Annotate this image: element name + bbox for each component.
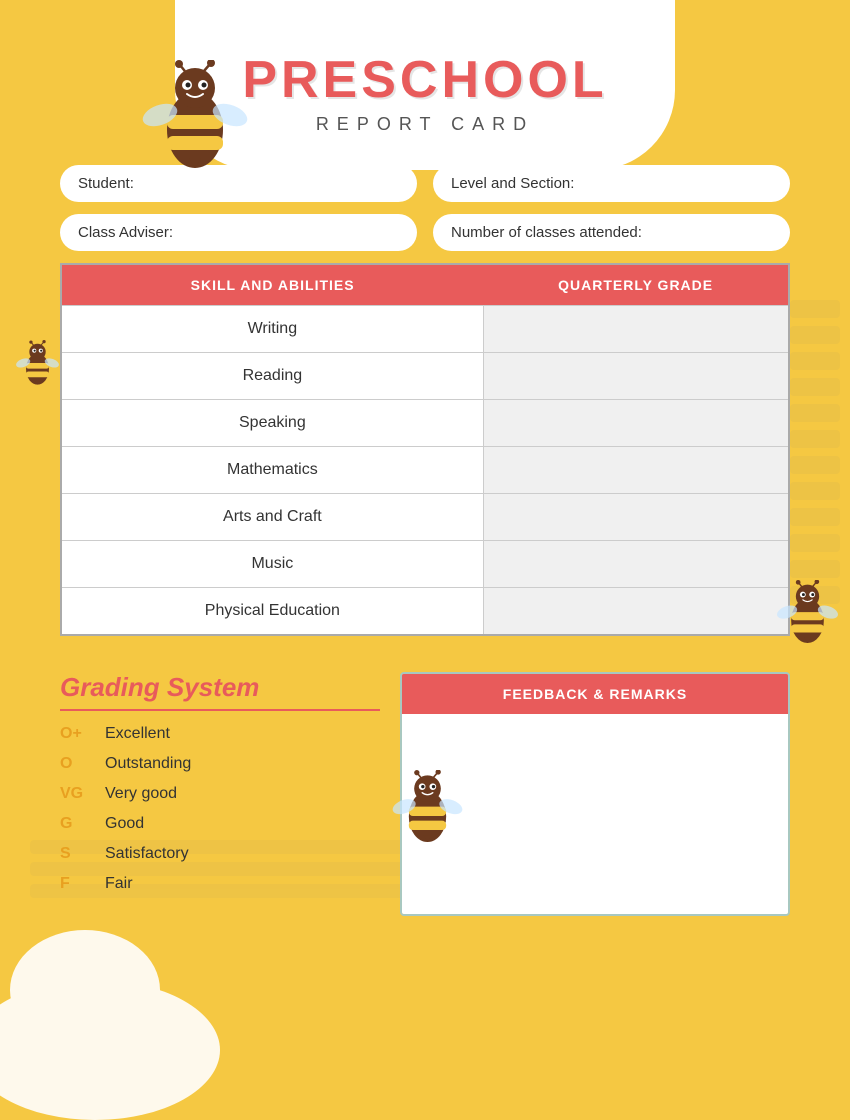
grade-table: SKILL AND ABILITIES QUARTERLY GRADE Writ… [60, 263, 790, 636]
feedback-header: FEEDBACK & REMARKS [402, 674, 788, 714]
table-row: Music [61, 541, 789, 588]
grade-description: Excellent [105, 725, 170, 743]
bee-small-left [15, 340, 60, 390]
grade-description: Very good [105, 785, 177, 803]
grading-title: Grading System [60, 672, 380, 711]
skill-cell: Reading [61, 353, 483, 400]
table-row: Speaking [61, 400, 789, 447]
grade-code: F [60, 875, 105, 893]
grade-cell[interactable] [483, 541, 789, 588]
grade-code: S [60, 845, 105, 863]
bee-top-left [140, 60, 250, 180]
skill-cell: Mathematics [61, 447, 483, 494]
page-subtitle: REPORT CARD [0, 114, 850, 135]
grading-system: Grading System O+ Excellent O Outstandin… [60, 672, 380, 916]
bee-bottom-mid [390, 770, 465, 850]
grade-code: VG [60, 785, 105, 803]
adviser-field[interactable]: Class Adviser: [60, 214, 417, 251]
table-row: Reading [61, 353, 789, 400]
grade-description: Satisfactory [105, 845, 189, 863]
level-field[interactable]: Level and Section: [433, 165, 790, 202]
grade-cell[interactable] [483, 588, 789, 636]
grade-cell[interactable] [483, 494, 789, 541]
form-row-2: Class Adviser: Number of classes attende… [60, 214, 790, 251]
grading-list: O+ Excellent O Outstanding VG Very good … [60, 725, 380, 893]
skill-cell: Speaking [61, 400, 483, 447]
col-header-skills: SKILL AND ABILITIES [61, 264, 483, 306]
skill-cell: Arts and Craft [61, 494, 483, 541]
grade-cell[interactable] [483, 353, 789, 400]
grade-item: G Good [60, 815, 380, 833]
skill-cell: Writing [61, 306, 483, 353]
classes-field[interactable]: Number of classes attended: [433, 214, 790, 251]
grade-item: F Fair [60, 875, 380, 893]
table-row: Arts and Craft [61, 494, 789, 541]
skill-cell: Music [61, 541, 483, 588]
grade-code: G [60, 815, 105, 833]
header-section: PRESCHOOL REPORT CARD [0, 0, 850, 135]
grade-code: O+ [60, 725, 105, 743]
bottom-cloud-left [0, 980, 220, 1120]
table-row: Mathematics [61, 447, 789, 494]
main-content: Student: Level and Section: Class Advise… [0, 145, 850, 656]
grade-cell[interactable] [483, 447, 789, 494]
col-header-grade: QUARTERLY GRADE [483, 264, 789, 306]
grade-item: O+ Excellent [60, 725, 380, 743]
grade-item: S Satisfactory [60, 845, 380, 863]
grade-item: VG Very good [60, 785, 380, 803]
grade-code: O [60, 755, 105, 773]
grade-cell[interactable] [483, 400, 789, 447]
table-row: Writing [61, 306, 789, 353]
table-row: Physical Education [61, 588, 789, 636]
grade-description: Good [105, 815, 144, 833]
grade-description: Fair [105, 875, 133, 893]
grade-item: O Outstanding [60, 755, 380, 773]
bee-right-mid [775, 580, 840, 650]
grade-cell[interactable] [483, 306, 789, 353]
grade-description: Outstanding [105, 755, 191, 773]
skill-cell: Physical Education [61, 588, 483, 636]
page-title: PRESCHOOL [0, 50, 850, 110]
